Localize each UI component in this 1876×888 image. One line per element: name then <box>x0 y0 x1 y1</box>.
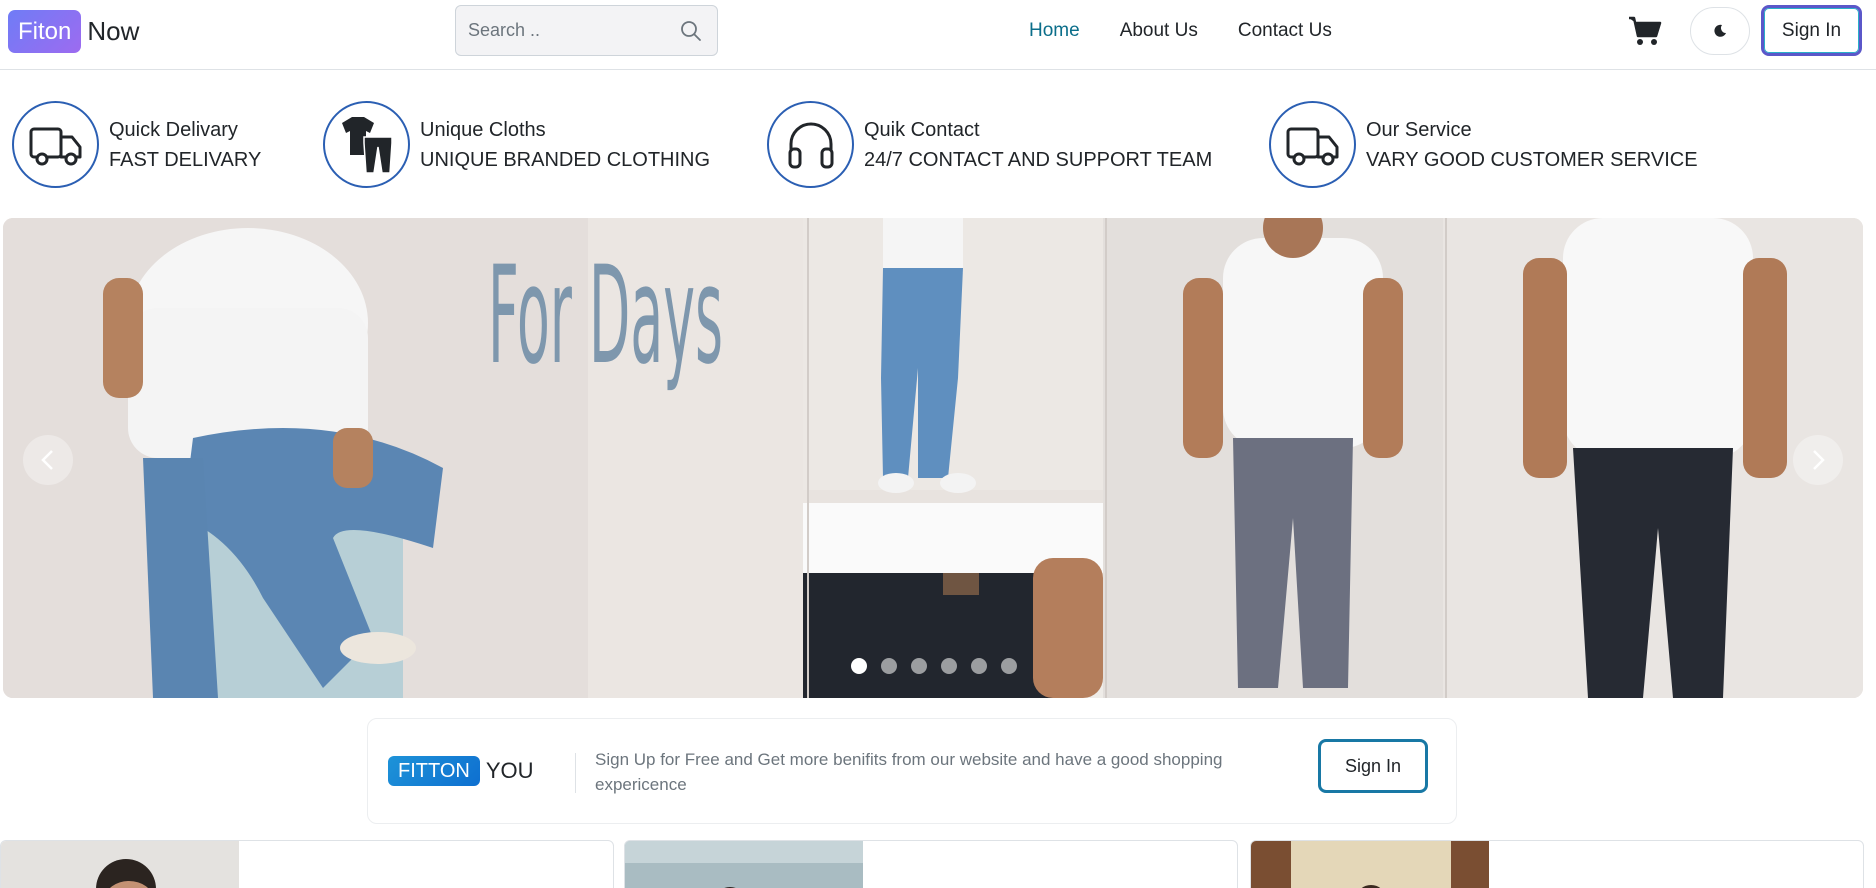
promo-message: Sign Up for Free and Get more benifits f… <box>595 750 1223 794</box>
navbar: Fiton Now Home About Us Contact Us Sign … <box>0 0 1876 70</box>
feature-title: Our Service <box>1366 118 1472 141</box>
promo-brand: FITTON YOU <box>388 756 534 786</box>
feature-unique-cloths: Unique Cloths UNIQUE BRANDED CLOTHING <box>323 101 710 188</box>
brand-logo[interactable]: Fiton Now <box>8 9 139 53</box>
signup-promo: FITTON YOU Sign Up for Free and Get more… <box>367 718 1457 824</box>
product-card[interactable] <box>1250 840 1864 888</box>
nav-link-contact-us[interactable]: Contact Us <box>1238 20 1332 42</box>
feature-icon-ring <box>12 101 99 188</box>
feature-title: Quick Delivary <box>109 118 238 141</box>
chevron-right-icon <box>1813 450 1825 470</box>
headphones-icon <box>788 122 833 168</box>
sign-in-button[interactable]: Sign In <box>1761 5 1862 56</box>
carousel-indicator[interactable] <box>1001 658 1017 674</box>
carousel-indicators <box>851 658 1017 674</box>
truck-icon <box>29 127 81 165</box>
carousel-prev-button[interactable] <box>23 435 73 485</box>
search-icon[interactable] <box>679 19 703 43</box>
product-image <box>1251 841 1489 888</box>
feature-icon-ring <box>1269 101 1356 188</box>
carousel-indicator[interactable] <box>851 658 867 674</box>
carousel-indicator[interactable] <box>911 658 927 674</box>
carousel-indicator[interactable] <box>941 658 957 674</box>
feature-subtitle: 24/7 CONTACT AND SUPPORT TEAM <box>864 148 1213 171</box>
feature-our-service: Our Service VARY GOOD CUSTOMER SERVICE <box>1269 101 1698 188</box>
feature-subtitle: VARY GOOD CUSTOMER SERVICE <box>1366 148 1698 171</box>
clothes-icon <box>341 116 393 174</box>
search-input[interactable] <box>468 6 668 55</box>
carousel-next-button[interactable] <box>1793 435 1843 485</box>
promo-sign-in-button[interactable]: Sign In <box>1318 739 1428 793</box>
feature-title: Quik Contact <box>864 118 980 141</box>
carousel-indicator[interactable] <box>971 658 987 674</box>
logo-text: Now <box>87 15 140 46</box>
slide-text: For Days <box>488 237 723 394</box>
feature-quick-delivery: Quick Delivary FAST DELIVARY <box>12 101 261 188</box>
nav-link-home[interactable]: Home <box>1029 20 1080 42</box>
chevron-left-icon <box>41 450 53 470</box>
search-box <box>455 5 718 56</box>
cart-icon[interactable] <box>1628 15 1662 47</box>
carousel-indicator[interactable] <box>881 658 897 674</box>
product-card[interactable] <box>624 840 1238 888</box>
product-image <box>1 841 239 888</box>
feature-icon-ring <box>323 101 410 188</box>
feature-title: Unique Cloths <box>420 118 546 141</box>
feature-subtitle: UNIQUE BRANDED CLOTHING <box>420 148 711 171</box>
main-nav: Home About Us Contact Us <box>1029 20 1332 42</box>
promo-divider <box>575 753 576 793</box>
promo-brand-text: YOU <box>485 758 534 783</box>
feature-icon-ring <box>767 101 854 188</box>
moon-icon <box>1714 24 1726 37</box>
product-image <box>625 841 863 888</box>
theme-toggle-button[interactable] <box>1690 7 1750 55</box>
nav-link-about-us[interactable]: About Us <box>1120 20 1198 42</box>
feature-quick-contact: Quik Contact 24/7 CONTACT AND SUPPORT TE… <box>767 101 1212 188</box>
promo-brand-badge: FITTON <box>388 756 480 786</box>
carousel-slide-image: For Days <box>3 218 1863 698</box>
feature-subtitle: FAST DELIVARY <box>109 148 262 171</box>
logo-badge: Fiton <box>8 9 82 53</box>
truck-icon <box>1286 127 1338 165</box>
hero-carousel: For Days <box>3 218 1863 698</box>
product-card[interactable] <box>0 840 614 888</box>
